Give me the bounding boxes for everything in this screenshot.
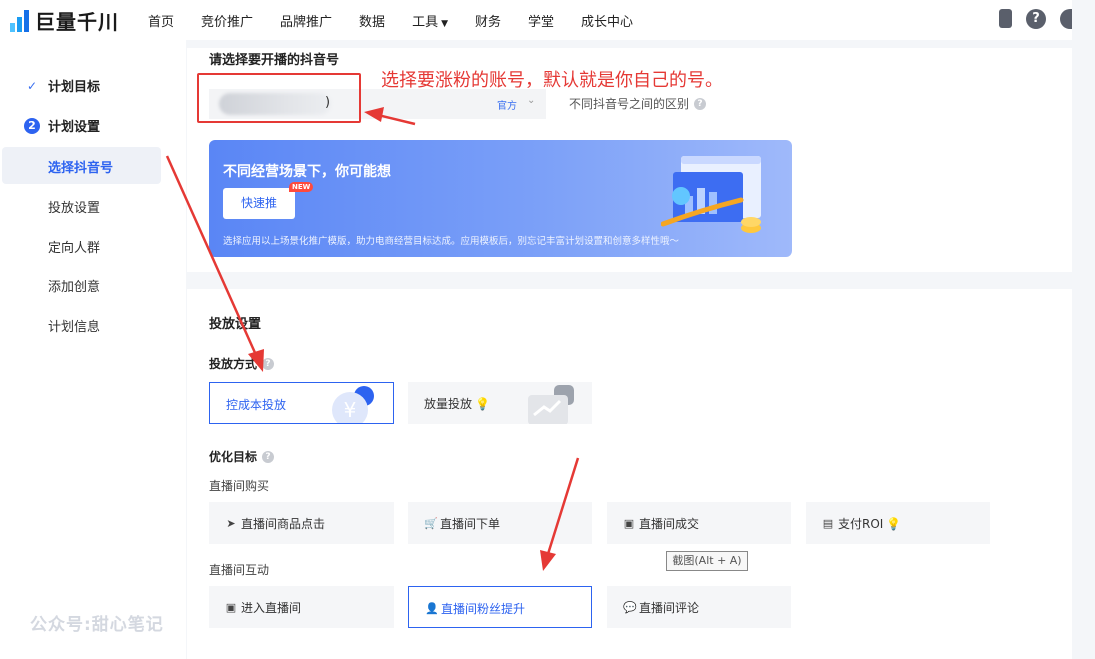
account-section-title: 请选择要开播的抖音号 bbox=[209, 53, 340, 68]
sidebar-step-label: 计划目标 bbox=[48, 80, 101, 95]
annotation-highlight-box bbox=[197, 73, 361, 123]
optimization-goal-label: 优化目标 ? bbox=[209, 448, 275, 465]
sidebar-step-label: 计划设置 bbox=[48, 120, 101, 135]
sidebar-item-plan-info[interactable]: 计划信息 bbox=[48, 316, 100, 335]
sidebar-step-plan-settings[interactable]: 2 计划设置 bbox=[24, 116, 100, 135]
sidebar-item-label: 选择抖音号 bbox=[48, 161, 114, 176]
lightbulb-icon: 💡 bbox=[886, 516, 902, 531]
method-scale-up[interactable]: 放量投放 💡 bbox=[408, 382, 592, 424]
nav-brand[interactable]: 品牌推广 bbox=[280, 11, 332, 30]
official-tag: 官方 bbox=[497, 101, 517, 112]
option-label: 放量投放 💡 bbox=[424, 395, 490, 412]
logo-icon bbox=[10, 8, 29, 32]
optimization-goal-text: 优化目标 bbox=[209, 450, 258, 464]
option-label: 💬 直播间评论 bbox=[623, 599, 699, 616]
option-label: ▤ 支付ROI 💡 bbox=[822, 515, 901, 532]
main-nav: 首页 竞价推广 品牌推广 数据 工具 ▼ 财务 学堂 成长中心 bbox=[148, 11, 660, 30]
goal-live-comment[interactable]: 💬 直播间评论 bbox=[607, 586, 791, 628]
method-cost-control[interactable]: 控成本投放 ¥ bbox=[209, 382, 394, 424]
option-label: 控成本投放 bbox=[226, 398, 287, 412]
sidebar-item-targeting[interactable]: 定向人群 bbox=[48, 237, 100, 256]
tv-icon: ▣ bbox=[225, 601, 237, 614]
quick-promote-button[interactable]: 快速推 bbox=[223, 188, 295, 219]
sidebar-item-delivery-settings[interactable]: 投放设置 bbox=[48, 197, 100, 216]
nav-growth[interactable]: 成长中心 bbox=[581, 11, 633, 30]
caret-down-icon: ▼ bbox=[441, 18, 448, 29]
step-number-badge: 2 bbox=[24, 117, 40, 134]
nav-bidding[interactable]: 竞价推广 bbox=[201, 11, 253, 30]
option-text: 直播间下单 bbox=[440, 517, 501, 531]
top-icons: ? bbox=[999, 9, 1072, 29]
purchase-group-label: 直播间购买 bbox=[209, 479, 270, 493]
nav-finance[interactable]: 财务 bbox=[475, 11, 501, 30]
account-diff-link[interactable]: 不同抖音号之间的区别 ? bbox=[569, 95, 707, 112]
option-text: 直播间评论 bbox=[639, 601, 700, 615]
question-icon[interactable]: ? bbox=[694, 97, 707, 110]
goal-transaction[interactable]: ▣ 直播间成交 bbox=[607, 502, 791, 544]
user-menu-icon[interactable] bbox=[1060, 9, 1072, 29]
logo-text: 巨量千川 bbox=[35, 9, 119, 34]
option-text: 放量投放 bbox=[424, 397, 473, 411]
option-label: 👤 直播间粉丝提升 bbox=[425, 600, 525, 617]
goal-pay-roi[interactable]: ▤ 支付ROI 💡 bbox=[806, 502, 990, 544]
sidebar: ✓ 计划目标 2 计划设置 选择抖音号 投放设置 定向人群 添加创意 计划信息 … bbox=[0, 40, 186, 659]
option-label: ▣ 直播间成交 bbox=[623, 515, 699, 532]
option-text: 支付ROI bbox=[838, 517, 884, 531]
option-text: 进入直播间 bbox=[241, 601, 302, 615]
wallet-icon: ▤ bbox=[822, 517, 834, 530]
option-label: 🛒 直播间下单 bbox=[424, 515, 500, 532]
option-label: ▣ 进入直播间 bbox=[225, 599, 301, 616]
dashboard-illustration-icon bbox=[661, 156, 761, 233]
watermark: 公众号:甜心笔记 bbox=[30, 615, 164, 635]
add-user-icon: 👤 bbox=[425, 602, 439, 615]
option-text: 直播间成交 bbox=[639, 517, 700, 531]
lightbulb-icon: 💡 bbox=[475, 396, 490, 411]
question-icon[interactable]: ? bbox=[262, 357, 275, 370]
sidebar-step-plan-goal[interactable]: ✓ 计划目标 bbox=[24, 76, 101, 96]
interaction-group-label: 直播间互动 bbox=[209, 563, 270, 577]
bag-icon: ▣ bbox=[623, 517, 635, 530]
sidebar-item-add-creative[interactable]: 添加创意 bbox=[48, 276, 100, 295]
option-text: 直播间粉丝提升 bbox=[441, 602, 526, 616]
account-diff-text: 不同抖音号之间的区别 bbox=[569, 97, 690, 111]
delivery-method-text: 投放方式 bbox=[209, 357, 258, 371]
cart-icon: 🛒 bbox=[424, 517, 438, 530]
nav-data[interactable]: 数据 bbox=[359, 11, 385, 30]
screenshot-tooltip: 截图(Alt + A) bbox=[666, 551, 748, 571]
goal-enter-live-room[interactable]: ▣ 进入直播间 bbox=[209, 586, 394, 628]
help-icon[interactable]: ? bbox=[1026, 9, 1046, 29]
svg-text:¥: ¥ bbox=[344, 398, 357, 422]
app-logo[interactable]: 巨量千川 bbox=[10, 6, 135, 35]
nav-academy[interactable]: 学堂 bbox=[528, 11, 554, 30]
sidebar-item-select-account[interactable]: 选择抖音号 bbox=[2, 147, 161, 184]
new-badge: NEW bbox=[289, 182, 314, 192]
delivery-section-title: 投放设置 bbox=[209, 317, 262, 332]
nav-tools[interactable]: 工具 ▼ bbox=[412, 11, 448, 30]
paper-plane-icon: ➤ bbox=[226, 517, 236, 530]
question-icon[interactable]: ? bbox=[262, 450, 275, 463]
banner-title: 不同经营场景下，你可能想 bbox=[223, 164, 391, 180]
annotation-text: 选择要涨粉的账号，默认就是你自己的号。 bbox=[381, 70, 723, 91]
yuan-icon: ¥ bbox=[332, 386, 374, 423]
option-label: ➤ 直播间商品点击 bbox=[225, 515, 325, 532]
mobile-icon[interactable] bbox=[999, 9, 1012, 28]
nav-home[interactable]: 首页 bbox=[148, 11, 174, 30]
goal-fan-growth[interactable]: 👤 直播间粉丝提升 bbox=[408, 586, 592, 628]
nav-tools-label: 工具 bbox=[412, 14, 439, 30]
top-navigation-bar: 巨量千川 首页 竞价推广 品牌推广 数据 工具 ▼ 财务 学堂 成长中心 ? bbox=[0, 0, 1072, 40]
goal-place-order[interactable]: 🛒 直播间下单 bbox=[408, 502, 592, 544]
scenario-banner: 不同经营场景下，你可能想 快速推 NEW 选择应用以上场景化推广模版，助力电商经… bbox=[209, 140, 792, 257]
comment-icon: 💬 bbox=[623, 601, 637, 614]
chevron-down-icon: ⌄ bbox=[527, 95, 536, 106]
delivery-method-label: 投放方式 ? bbox=[209, 355, 275, 372]
trend-chart-icon bbox=[528, 385, 574, 424]
goal-product-click[interactable]: ➤ 直播间商品点击 bbox=[209, 502, 394, 544]
banner-description: 选择应用以上场景化推广模版，助力电商经营目标达成。应用模板后，别忘记丰富计划设置… bbox=[223, 236, 680, 247]
option-text: 直播间商品点击 bbox=[241, 517, 326, 531]
check-icon: ✓ bbox=[26, 78, 38, 93]
